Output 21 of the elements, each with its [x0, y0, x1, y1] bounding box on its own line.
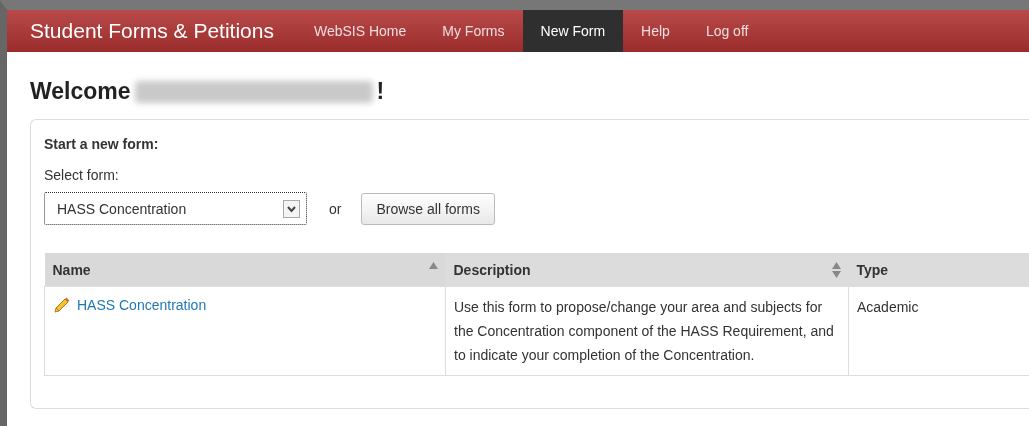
- description-text: Use this form to propose/change your area and subjects for the Concentration component of the HASS Requirement, and to indicate your completion of the Concentration.: [454, 299, 834, 363]
- column-header[interactable]: Description: [445, 253, 849, 287]
- nav-link[interactable]: Help: [623, 10, 688, 52]
- type-text: Academic: [857, 299, 919, 315]
- exclamation-mark: !: [376, 78, 385, 105]
- nav-link[interactable]: New Form: [522, 10, 624, 52]
- column-header[interactable]: Name: [44, 253, 446, 287]
- section-heading: Start a new form:: [44, 136, 160, 152]
- sort-ascending-icon: [428, 262, 438, 269]
- nav-link[interactable]: My Forms: [424, 10, 523, 52]
- column-header[interactable]: Type: [848, 253, 1029, 287]
- form-link[interactable]: HASS Concentration: [77, 293, 207, 317]
- sort-icon: [831, 262, 841, 278]
- welcome-heading: Welcome: [30, 78, 131, 105]
- browse-button[interactable]: Browse all forms: [361, 192, 495, 225]
- or-text: or: [329, 200, 342, 217]
- nav-link[interactable]: Log off: [687, 10, 767, 52]
- field-label: Select form:: [44, 167, 120, 183]
- app-title[interactable]: Student Forms & Petitions: [30, 19, 274, 43]
- pencil-icon: [53, 296, 71, 314]
- nav-link[interactable]: WebSIS Home: [295, 10, 425, 52]
